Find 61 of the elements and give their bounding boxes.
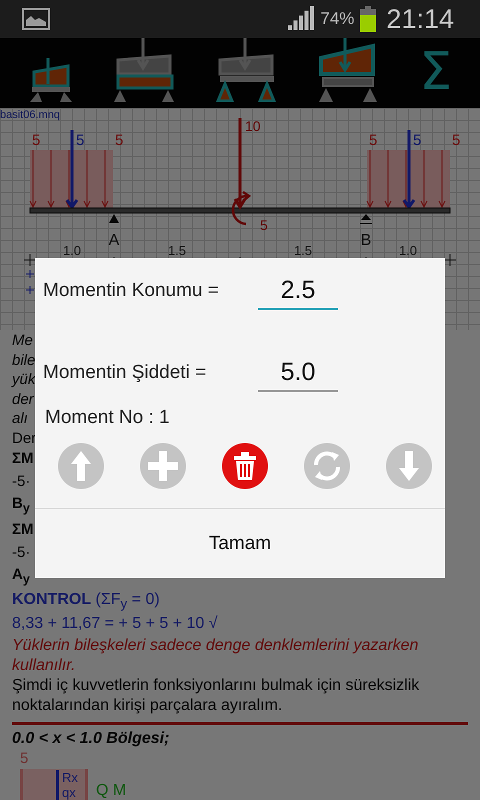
field-label: Momentin Şiddeti = — [43, 362, 208, 384]
cross-marker — [26, 270, 34, 278]
text-fragment: Der — [12, 428, 35, 448]
input-field[interactable]: 2.5 — [258, 272, 338, 310]
text-fragment: -5· — [12, 543, 32, 563]
plus-button[interactable] — [140, 443, 186, 489]
text-fragment: alı — [12, 409, 29, 428]
arrow-down-button[interactable] — [386, 443, 432, 489]
solution-text: KONTROL (ΣF$_{y}$ = 0) — [12, 590, 161, 614]
load-block — [20, 769, 88, 800]
beam-load-icon — [114, 38, 176, 102]
input-field[interactable]: 5.0 — [258, 354, 338, 392]
image-icon — [22, 8, 50, 30]
cross-marker — [26, 286, 34, 294]
section-title: 0.0 < x < 1.0 Bölgesi; — [12, 729, 170, 750]
text-fragment: yük — [12, 370, 35, 390]
load-value: 5 — [452, 132, 460, 149]
force-label: qx — [62, 785, 77, 800]
load-value: 5 — [20, 750, 28, 768]
span-length: 1.0 — [62, 243, 82, 258]
support-icon — [360, 214, 372, 224]
force-label: Rx — [62, 770, 78, 786]
load-value: 5 — [32, 132, 40, 149]
span-length: 1.0 — [398, 243, 418, 258]
resultant-value: 5 — [413, 132, 422, 149]
text-fragment: A$_{y}$ — [12, 565, 31, 588]
support-label: B — [360, 232, 372, 249]
signal-icon — [288, 6, 316, 32]
load-value: 5 — [115, 132, 124, 149]
span-length: 1.5 — [294, 243, 312, 258]
text-fragment: der — [12, 390, 35, 409]
solution-text: 8,33 + 11,67 = + 5 + 5 + 10 √ — [12, 614, 219, 634]
load-value: 5 — [369, 132, 378, 149]
text-fragment: -5· — [12, 472, 32, 492]
trash-button[interactable] — [222, 443, 268, 489]
resultant-value: 5 — [76, 132, 84, 149]
text-fragment: ΣM — [12, 520, 34, 540]
text-fragment: B$_{y}$ — [12, 494, 31, 517]
battery-icon — [360, 6, 376, 32]
file-name: basit06.mnq — [0, 109, 60, 121]
moment-number: Moment No : 1 — [44, 406, 171, 430]
field-label: Momentin Konumu = — [43, 280, 220, 302]
supported-beam-icon — [216, 38, 278, 102]
refresh-button[interactable] — [304, 443, 350, 489]
ok-button[interactable]: Tamam — [35, 508, 445, 578]
support-label: A — [108, 232, 120, 249]
frame-load-icon — [28, 58, 74, 102]
solution-text: Yüklerin bileşkeleri sadece denge denklemlerini yazarken kullanılır. — [12, 636, 420, 676]
point-load-value: 10 — [245, 118, 261, 134]
frame-load-icon — [317, 38, 380, 102]
clock: 21:14 — [386, 4, 454, 34]
arrow-up-button[interactable] — [58, 443, 104, 489]
battery-percent: 74% — [320, 9, 354, 29]
span-length: 1.5 — [168, 243, 186, 258]
moment-value: 5 — [260, 217, 268, 233]
moment-arrow — [232, 190, 250, 226]
text-fragment: Me — [12, 331, 34, 350]
solution-text: Şimdi iç kuvvetlerin fonksiyonlarını bulmak için süreksizlik noktalarından kirişi parçalara ayıralım. — [12, 676, 420, 716]
text-fragment: bile — [12, 350, 35, 370]
force-label: Q M — [96, 782, 126, 800]
text-fragment: ΣM — [12, 449, 34, 469]
